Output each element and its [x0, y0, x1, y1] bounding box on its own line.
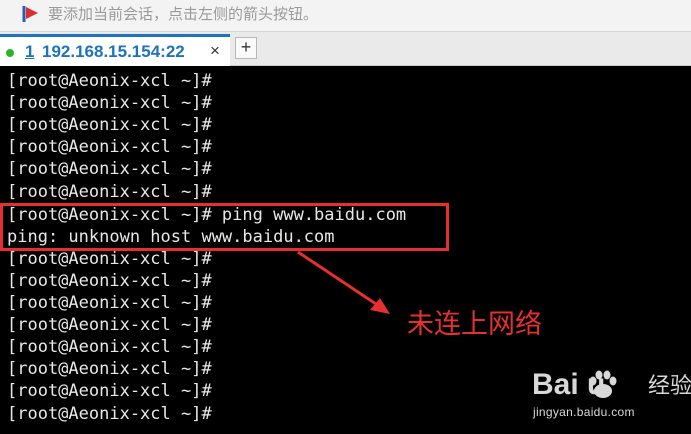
baidu-jingyan-watermark: Bai u 经验 jingyan.baidu.com: [532, 368, 691, 428]
terminal-line: [root@Aeonix-xcl ~]#: [7, 71, 212, 91]
baidu-paw-icon: [589, 370, 617, 398]
terminal-line: [root@Aeonix-xcl ~]#: [7, 159, 212, 179]
annotation-label: 未连上网络: [407, 309, 542, 340]
tab-host-label: 192.168.15.154:22: [42, 42, 185, 61]
error-highlight-box: [0, 203, 449, 251]
watermark-url: jingyan.baidu.com: [533, 405, 635, 419]
terminal-line: [root@Aeonix-xcl ~]#: [7, 293, 212, 313]
new-tab-button[interactable]: +: [235, 37, 257, 59]
terminal-line: [root@Aeonix-xcl ~]#: [7, 359, 212, 379]
terminal-line: [root@Aeonix-xcl ~]#: [7, 249, 212, 269]
terminal-line: [root@Aeonix-xcl ~]#: [7, 404, 212, 424]
terminal-line: [root@Aeonix-xcl ~]#: [7, 182, 212, 202]
session-tab-bar: 1 192.168.15.154:22 × +: [0, 32, 691, 66]
terminal-line: [root@Aeonix-xcl ~]#: [7, 337, 212, 357]
terminal-line: [root@Aeonix-xcl ~]#: [7, 271, 212, 291]
session-tab[interactable]: 1 192.168.15.154:22 ×: [0, 34, 230, 66]
tab-number: 1: [25, 42, 35, 61]
session-hint-text: 要添加当前会话，点击左侧的箭头按钮。: [48, 5, 319, 23]
watermark-experience: 经验: [648, 374, 691, 399]
terminal-line: [root@Aeonix-xcl ~]#: [7, 137, 212, 157]
tab-close-button[interactable]: ×: [206, 41, 224, 61]
terminal-line: [root@Aeonix-xcl ~]#: [7, 115, 212, 135]
terminal-line: [root@Aeonix-xcl ~]#: [7, 93, 212, 113]
connected-green-dot-icon: [6, 49, 14, 57]
red-flag-arrow-icon[interactable]: [20, 3, 42, 25]
terminal-output[interactable]: [root@Aeonix-xcl ~]# [root@Aeonix-xcl ~]…: [0, 66, 691, 434]
session-hint-bar: 要添加当前会话，点击左侧的箭头按钮。: [0, 0, 691, 32]
terminal-line: [root@Aeonix-xcl ~]#: [7, 315, 212, 335]
terminal-line: [root@Aeonix-xcl ~]#: [7, 381, 212, 401]
annotation-arrow-icon: [297, 250, 390, 314]
